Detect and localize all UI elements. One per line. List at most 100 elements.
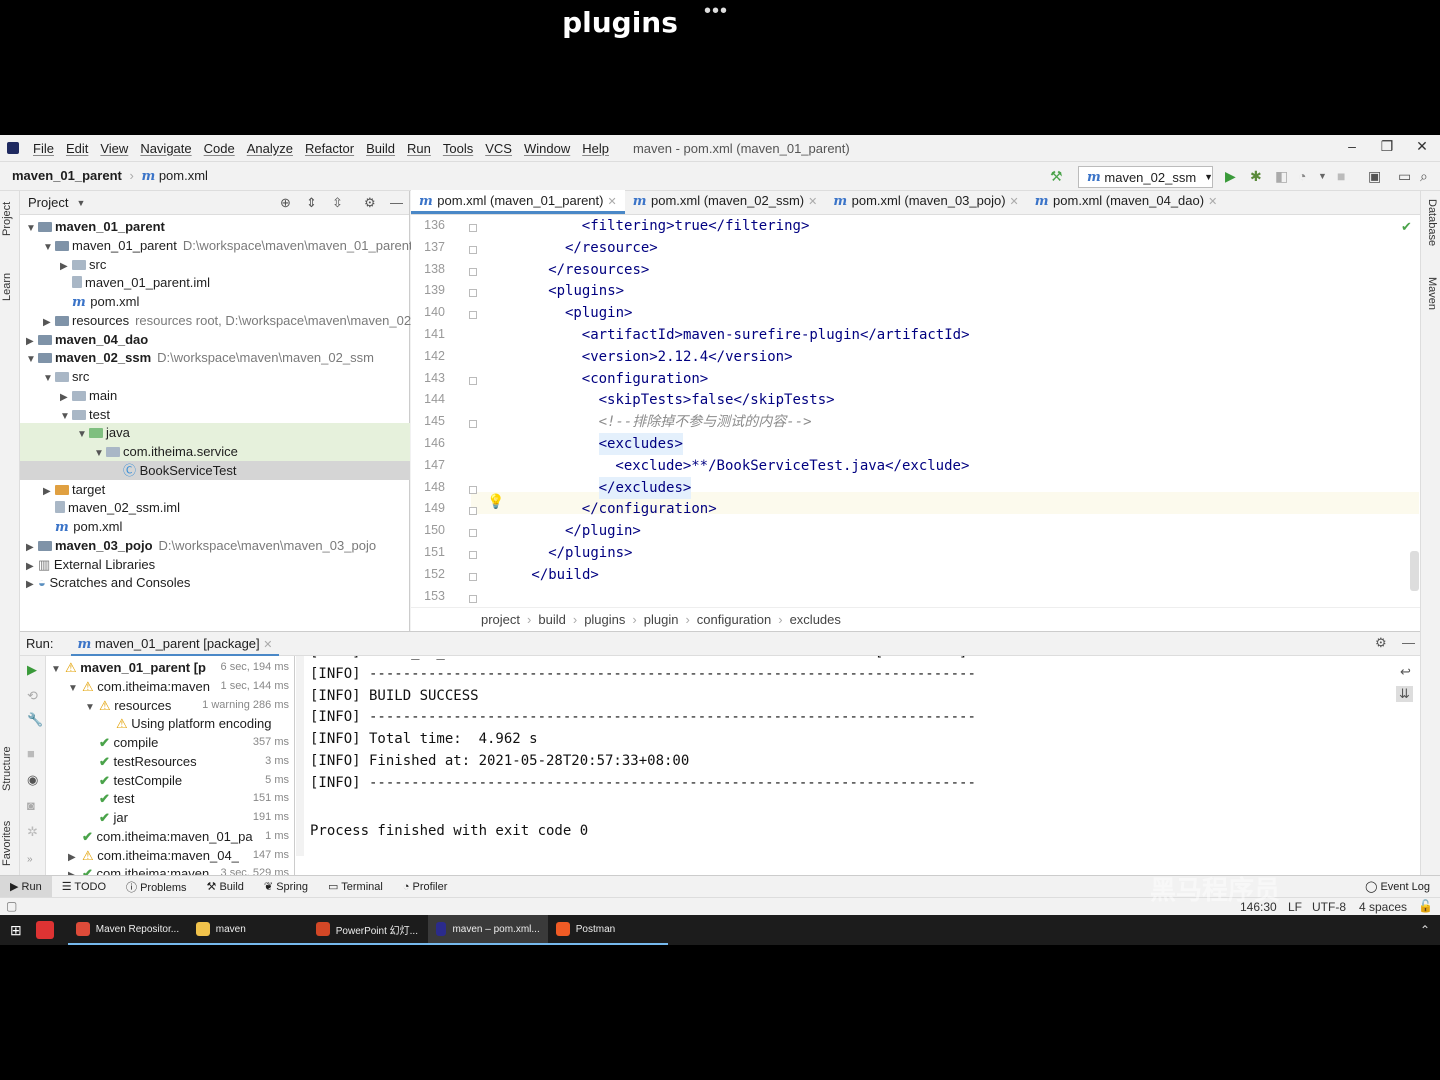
learn-tool-tab[interactable]: Learn — [1, 273, 13, 301]
console-output[interactable]: [INFO] maven_02_ssm ....................… — [305, 656, 1395, 876]
run-tree-item[interactable]: ▼ ⚠ maven_01_parent [p 6 sec, 194 ms — [47, 658, 294, 677]
run-tree-item[interactable]: ✔ com.itheima:maven_01_pa 1 ms — [47, 826, 294, 846]
code-line[interactable]: </excludes> — [598, 476, 692, 499]
tool-tab-run[interactable]: ▶ Run — [0, 875, 52, 898]
hammer-build-icon[interactable]: ⚒ — [1050, 168, 1063, 185]
menu-item-window[interactable]: Window — [518, 141, 576, 156]
breadcrumb-item[interactable]: excludes — [790, 612, 841, 627]
run-config-select[interactable]: m maven_02_ssm ▼ — [1078, 166, 1213, 188]
file-encoding[interactable]: UTF-8 — [1312, 900, 1346, 914]
more-icon[interactable]: » — [27, 854, 33, 865]
tree-item[interactable]: ▶ ▥ External Libraries — [20, 555, 410, 574]
tree-item[interactable]: ▼ maven_01_parent — [20, 217, 410, 236]
run-tree-item[interactable]: ✔ testResources 3 ms — [47, 751, 294, 771]
code-line[interactable]: <artifactId>maven-surefire-plugin</artif… — [582, 324, 970, 346]
menu-item-tools[interactable]: Tools — [437, 141, 479, 156]
windows-start-icon[interactable]: ⊞ — [10, 922, 22, 939]
code-line[interactable]: </resource> — [565, 237, 658, 259]
event-log-button[interactable]: ◯ Event Log — [1355, 880, 1440, 893]
debug-icon[interactable]: ✱ — [1250, 168, 1262, 185]
run-tree-item[interactable]: ▼ ⚠ com.itheima:maven 1 sec, 144 ms — [47, 676, 294, 696]
wrench-icon[interactable]: 🔧 — [27, 712, 43, 728]
breadcrumb-item[interactable]: project — [481, 612, 520, 627]
run-tree-item[interactable]: ✔ test 151 ms — [47, 789, 294, 809]
code-line[interactable]: <exclude>**/BookServiceTest.java</exclud… — [615, 455, 969, 477]
taskbar-app[interactable]: PowerPoint 幻灯... — [307, 915, 428, 945]
app-launcher-icon[interactable] — [35, 921, 54, 939]
tree-item[interactable]: ▶ maven_03_pojo D:\workspace\maven\maven_0… — [20, 536, 410, 555]
collapse-all-icon[interactable]: ⇳ — [332, 195, 343, 211]
chevron-down-icon[interactable]: ▼ — [76, 198, 85, 208]
layout-icon[interactable]: ▭ — [1398, 168, 1411, 185]
tool-tab-todo[interactable]: ☰ TODO — [52, 880, 116, 893]
run-tree-item[interactable]: ▶ ⚠ com.itheima:maven_04_ 147 ms — [47, 845, 294, 865]
stop-icon[interactable]: ■ — [27, 746, 35, 761]
structure-tool-tab[interactable]: Structure — [1, 746, 13, 791]
editor-tab[interactable]: m pom.xml (maven_01_parent) ✕ — [411, 190, 625, 214]
project-structure-icon[interactable]: ▣ — [1368, 168, 1381, 185]
tree-item[interactable]: ▼ java — [20, 423, 410, 443]
breadcrumb-item[interactable]: plugin — [644, 612, 679, 627]
code-line[interactable]: <skipTests>false</skipTests> — [599, 389, 835, 411]
project-tool-tab[interactable]: Project — [1, 202, 13, 236]
code-line[interactable]: </plugins> — [548, 542, 632, 564]
tool-tab-build[interactable]: ⚒ Build — [197, 880, 254, 893]
breadcrumb-item[interactable]: configuration — [697, 612, 771, 627]
code-line[interactable]: <plugin> — [565, 302, 632, 324]
soft-wrap-icon[interactable]: ↩ — [1400, 664, 1411, 680]
settings-icon[interactable]: ✲ — [27, 824, 38, 840]
gear-icon[interactable]: ⚙ — [364, 195, 376, 211]
run-tree-scrollbar[interactable] — [296, 656, 304, 856]
run-tree-item[interactable]: ▼ ⚠ resources 1 warning 286 ms — [47, 695, 294, 715]
toggle-icon[interactable]: ⟲ — [27, 688, 38, 704]
tree-item[interactable]: ▶ resources resources root, D:\workspace\m… — [20, 311, 411, 330]
line-separator[interactable]: LF — [1288, 900, 1302, 914]
editor-tab[interactable]: m pom.xml (maven_03_pojo) ✕ — [825, 190, 1026, 214]
expand-all-icon[interactable]: ⇕ — [306, 195, 317, 211]
tree-item[interactable]: maven_02_ssm.iml — [20, 498, 410, 517]
minimize-icon[interactable]: – — [1337, 138, 1367, 154]
code-line[interactable]: <filtering>true</filtering> — [582, 215, 810, 237]
editor-tab[interactable]: m pom.xml (maven_04_dao) ✕ — [1027, 190, 1226, 214]
favorites-tool-tab[interactable]: Favorites — [1, 821, 13, 866]
menu-item-run[interactable]: Run — [401, 141, 437, 156]
lock-icon[interactable]: 🔓 — [1418, 899, 1433, 913]
run-icon[interactable]: ▶ — [1225, 168, 1236, 185]
tree-item[interactable]: ▶ main — [20, 386, 410, 405]
menu-item-vcs[interactable]: VCS — [479, 141, 518, 156]
hide-icon[interactable]: — — [1402, 635, 1415, 650]
tree-item[interactable]: ▼ maven_02_ssm D:\workspace\maven\maven_02… — [20, 348, 410, 367]
gear-icon[interactable]: ⚙ — [1375, 635, 1387, 651]
run-tree-item[interactable]: ✔ jar 191 ms — [47, 808, 294, 827]
tree-item[interactable]: ▼ src — [20, 367, 410, 386]
taskbar-app[interactable]: maven — [187, 915, 308, 945]
eye-icon[interactable]: ◉ — [27, 772, 38, 788]
tree-item[interactable]: ▼ com.itheima.service — [20, 442, 410, 461]
tool-tab-profiler[interactable]: ◔ Profiler — [393, 881, 458, 893]
close-tab-icon[interactable]: ✕ — [263, 639, 272, 651]
menu-item-edit[interactable]: Edit — [60, 141, 94, 156]
database-tool-tab[interactable]: Database — [1426, 199, 1438, 246]
menu-item-refactor[interactable]: Refactor — [299, 141, 360, 156]
chevron-right-icon[interactable]: ▶ — [26, 575, 38, 594]
tree-item[interactable]: ▶ src — [20, 255, 410, 274]
menu-item-code[interactable]: Code — [198, 141, 241, 156]
tool-tab-problems[interactable]: ⓘ Problems — [116, 879, 197, 895]
more-icon[interactable]: ••• — [704, 0, 728, 23]
tree-item[interactable]: ▶ ◒ Scratches and Consoles — [20, 573, 410, 592]
tree-item[interactable]: ▶ maven_04_dao — [20, 330, 410, 349]
nav-project[interactable]: maven_01_parent — [12, 168, 122, 183]
code-line[interactable]: <version>2.12.4</version> — [582, 346, 793, 368]
nav-file[interactable]: pom.xml — [159, 168, 208, 183]
code-line[interactable]: </resources> — [548, 259, 649, 281]
code-area[interactable]: <filtering>true</filtering> </resource> </… — [411, 215, 1420, 607]
search-icon[interactable]: ⌕ — [1420, 168, 1428, 185]
close-tab-icon[interactable]: ✕ — [1010, 196, 1019, 208]
taskbar-app[interactable]: maven – pom.xml... — [427, 915, 548, 945]
menu-item-build[interactable]: Build — [360, 141, 401, 156]
layout-icon[interactable]: ▢ — [6, 899, 17, 913]
run-tree-item[interactable]: ⚠ Using platform encoding — [47, 714, 294, 733]
code-line[interactable]: </build> — [531, 564, 598, 586]
code-line[interactable]: <excludes> — [598, 433, 683, 455]
tree-item[interactable]: ▶ target — [20, 480, 410, 499]
